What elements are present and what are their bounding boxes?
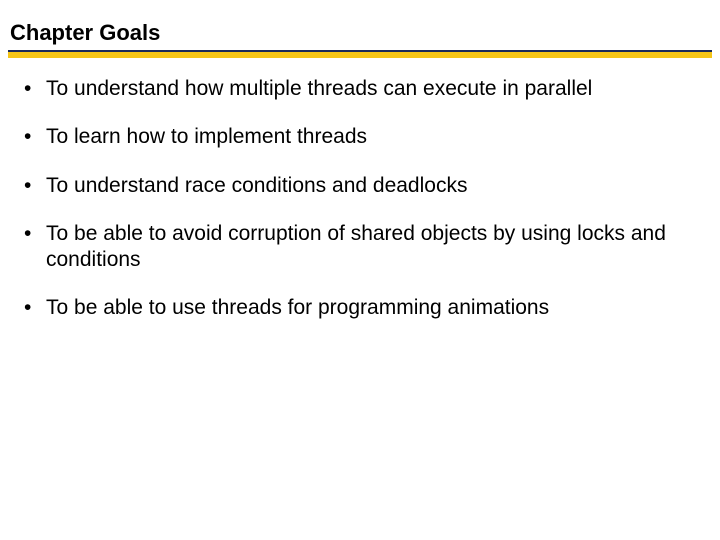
list-item: To learn how to implement threads — [24, 124, 680, 150]
goal-text: To learn how to implement threads — [46, 125, 367, 148]
title-underline-gold — [8, 52, 712, 58]
slide: Chapter Goals To understand how multiple… — [0, 0, 720, 540]
title-block: Chapter Goals — [0, 20, 720, 50]
list-item: To understand how multiple threads can e… — [24, 76, 680, 102]
list-item: To understand race conditions and deadlo… — [24, 173, 680, 199]
list-item: To be able to avoid corruption of shared… — [24, 221, 680, 274]
goals-list: To understand how multiple threads can e… — [0, 76, 720, 322]
list-item: To be able to use threads for programmin… — [24, 295, 680, 321]
goal-text: To be able to avoid corruption of shared… — [46, 222, 666, 271]
goal-text: To understand race conditions and deadlo… — [46, 174, 467, 197]
page-title: Chapter Goals — [10, 20, 710, 50]
goal-text: To be able to use threads for programmin… — [46, 296, 549, 319]
goal-text: To understand how multiple threads can e… — [46, 77, 592, 100]
